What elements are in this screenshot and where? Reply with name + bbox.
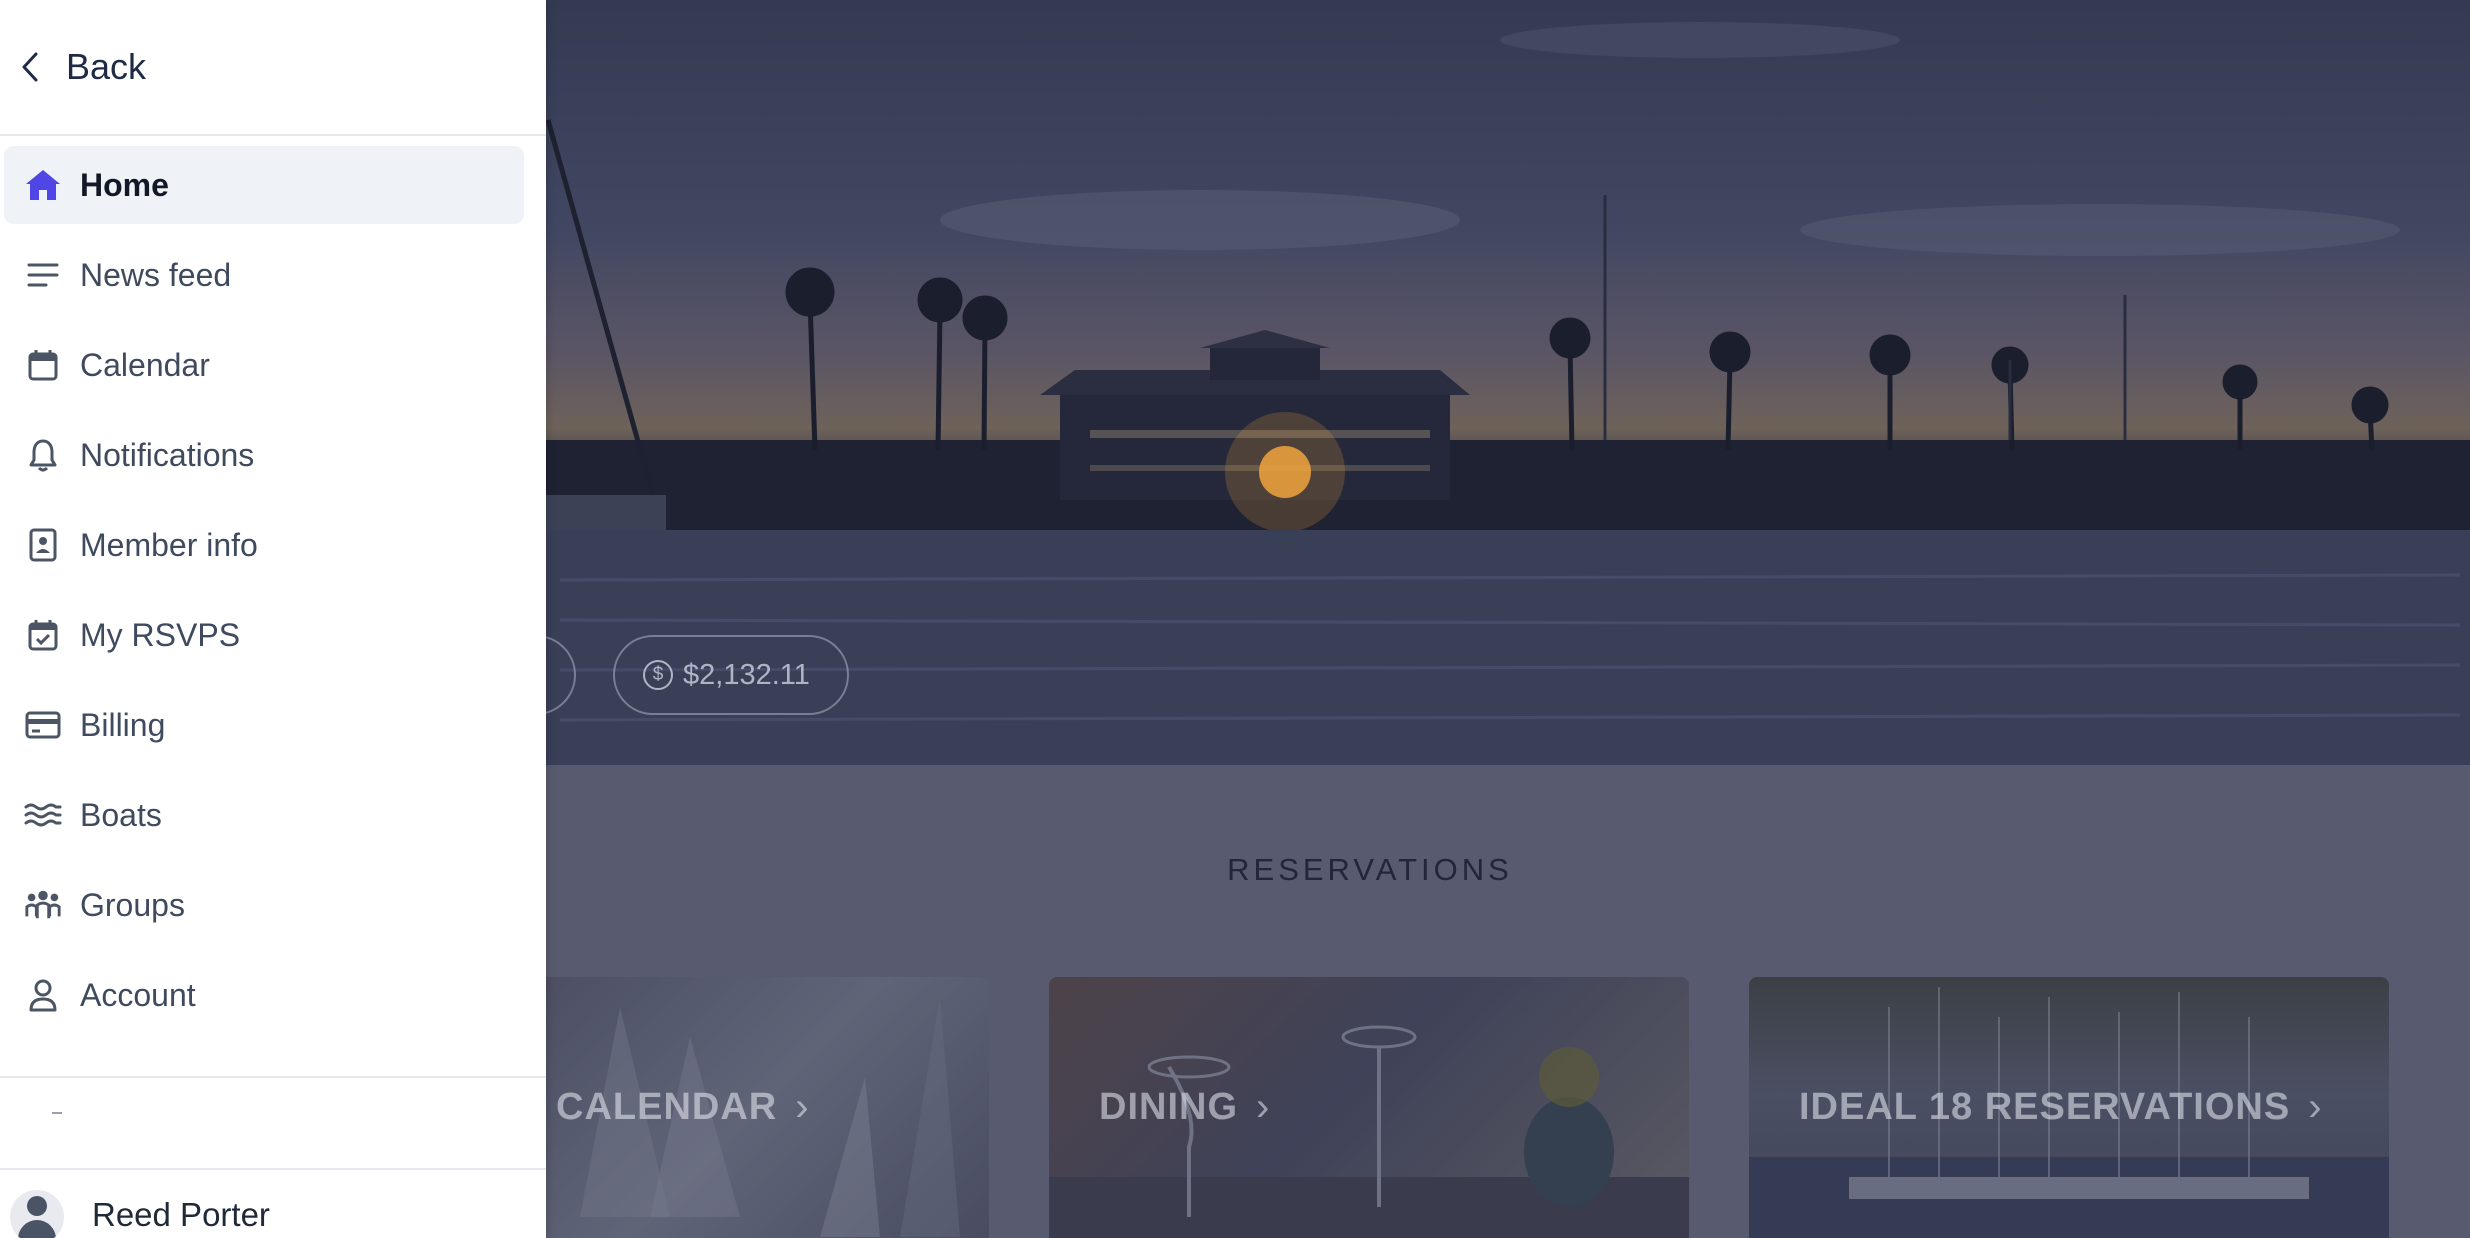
scroll-indicator <box>52 1112 62 1114</box>
nav-item-label: Member info <box>80 526 258 563</box>
nav-item-account[interactable]: Account <box>4 956 524 1034</box>
chevron-right-icon: › <box>2308 1085 2323 1129</box>
back-label: Back <box>66 46 147 87</box>
navigation-drawer: Back Home News feed Calendar Notificatio… <box>0 0 546 1238</box>
menu-lines-icon <box>24 256 62 294</box>
user-name: Reed Porter <box>92 1196 270 1233</box>
dining-card[interactable]: DINING › <box>1049 977 1689 1238</box>
nav-item-label: Groups <box>80 886 185 923</box>
nav-item-label: Boats <box>80 796 162 833</box>
drawer-divider <box>0 1076 546 1078</box>
id-card-icon <box>24 526 62 564</box>
nav-item-label: Notifications <box>80 436 255 473</box>
bell-icon <box>24 436 62 474</box>
avatar <box>10 1190 64 1238</box>
home-icon <box>24 166 62 204</box>
nav-menu: Home News feed Calendar Notifications Me… <box>0 136 546 1034</box>
chevron-right-icon: › <box>795 1085 810 1129</box>
nav-item-label: Home <box>80 166 169 203</box>
credit-card-icon <box>24 706 62 744</box>
user-profile[interactable]: Reed Porter <box>0 1168 546 1238</box>
calendar-check-icon <box>24 616 62 654</box>
nav-item-label: Account <box>80 976 196 1013</box>
nav-item-calendar[interactable]: Calendar <box>4 326 524 404</box>
nav-item-billing[interactable]: Billing <box>4 686 524 764</box>
group-icon <box>24 886 62 924</box>
chevron-right-icon: › <box>1256 1085 1271 1129</box>
calendar-card[interactable]: CALENDAR › <box>520 977 989 1238</box>
balance-pill[interactable]: $ $2,132.11 <box>613 635 849 715</box>
back-button[interactable]: Back <box>0 0 546 136</box>
chevron-left-icon <box>22 52 38 82</box>
nav-item-home[interactable]: Home <box>4 146 524 224</box>
nav-item-label: My RSVPS <box>80 616 241 653</box>
nav-item-member-info[interactable]: Member info <box>4 506 524 584</box>
card-label: CALENDAR <box>556 1086 778 1128</box>
card-label: IDEAL 18 RESERVATIONS <box>1799 1086 2291 1128</box>
nav-item-boats[interactable]: Boats <box>4 776 524 854</box>
nav-item-groups[interactable]: Groups <box>4 866 524 944</box>
balance-amount: $2,132.11 <box>683 658 810 691</box>
app-page: $ $2,132.11 RESERVATIONS CALENDAR › DINI… <box>0 0 2470 1238</box>
nav-item-label: News feed <box>80 256 232 293</box>
nav-item-news-feed[interactable]: News feed <box>4 236 524 314</box>
nav-item-label: Billing <box>80 706 166 743</box>
waves-icon <box>24 796 62 834</box>
card-label: DINING <box>1099 1086 1238 1128</box>
nav-item-notifications[interactable]: Notifications <box>4 416 524 494</box>
dollar-coin-icon: $ <box>643 660 673 690</box>
nav-item-my-rsvps[interactable]: My RSVPS <box>4 596 524 674</box>
calendar-icon <box>24 346 62 384</box>
nav-item-label: Calendar <box>80 346 210 383</box>
user-icon <box>24 976 62 1014</box>
ideal-18-reservations-card[interactable]: IDEAL 18 RESERVATIONS › <box>1749 977 2389 1238</box>
